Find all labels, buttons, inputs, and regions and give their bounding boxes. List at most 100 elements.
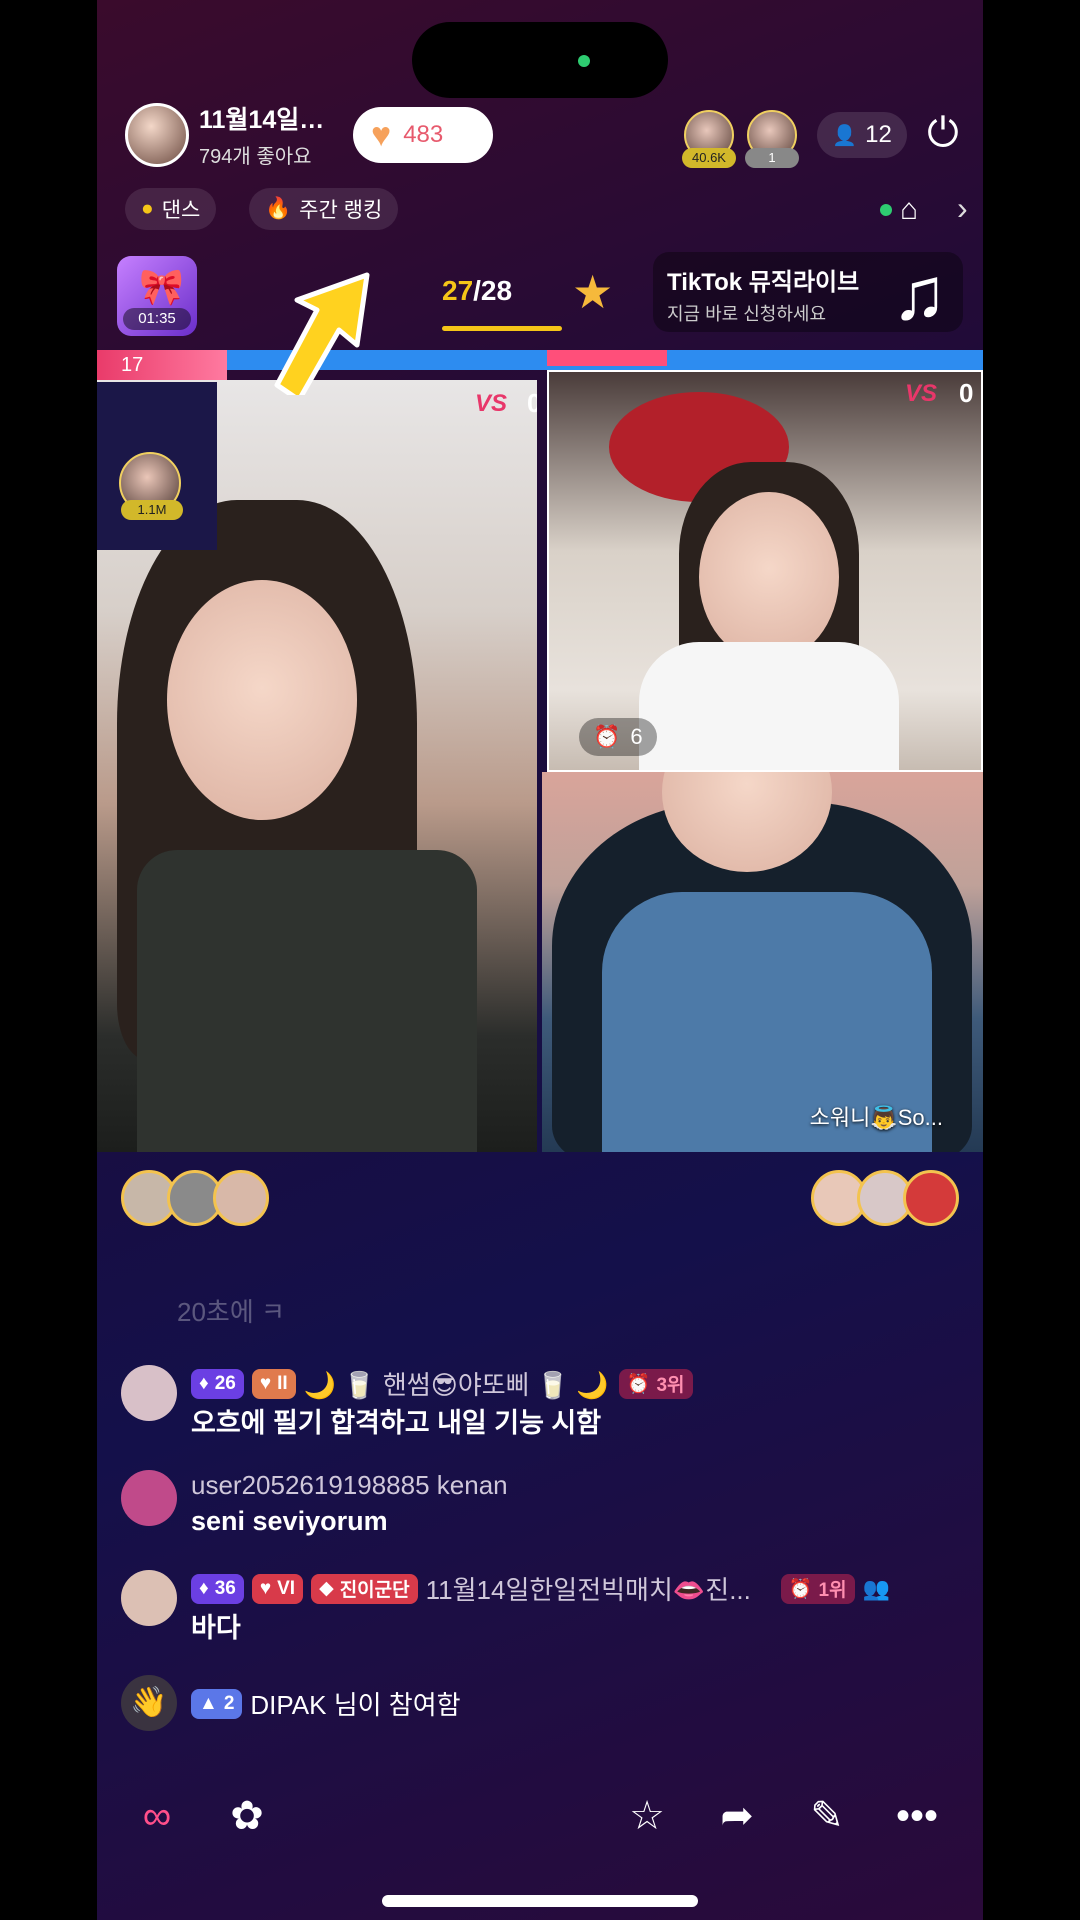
rank-badge: ⏰ 3위 [618,1368,693,1399]
rank-value: 3위 [656,1375,685,1396]
fan-badge: ♥ VI [251,1573,304,1604]
gift-icon: 🎀 [139,266,184,307]
triangle-icon: ▲ [199,1692,218,1714]
coin-icon: ● [141,197,154,220]
level-badge: ♦ 26 [191,1368,244,1399]
box-count: 6 [630,724,643,749]
host-info[interactable]: 11월14일… 794개 좋아요 [125,100,324,169]
left-vs-score: 0 [527,388,537,418]
viewer-count: 12 [865,121,892,148]
online-dot [880,204,892,216]
battle-score-bar-right [547,350,667,366]
level-badge: ▲ 2 [191,1688,243,1719]
level-value: 36 [214,1577,236,1599]
rose-gift-icon[interactable]: ✿ [217,1786,277,1846]
level-badge: ♦ 36 [191,1573,244,1604]
chevron-right-icon[interactable]: › [957,190,968,227]
camera-indicator [578,55,590,67]
team-badge: ◆ 진이군단 [311,1573,418,1604]
gift-box-button[interactable]: 🎀 01:35 [117,256,197,336]
guest-video[interactable]: 소워니👼So... [542,772,983,1152]
chat-avatar[interactable] [121,1570,177,1626]
promo-subtitle: 지금 바로 신청하세요 [667,304,827,324]
left-rank: 17 [121,354,144,376]
mini-viewer-avatar[interactable]: 1.1M [119,452,183,520]
viewer-count-button[interactable]: 👤 12 [817,112,907,158]
music-live-promo[interactable]: TikTok 뮤직라이브 지금 바로 신청하세요 ♫ [653,252,963,335]
faded-chat-message: 20초에 ㅋ [177,1297,285,1327]
box-icon: ⏰ [593,724,621,749]
goal-progress-bar [442,326,562,331]
wave-hand-icon: 👋 [121,1675,177,1731]
flame-icon: 🔥 [265,197,292,220]
chat-text: 오흐에 필기 합격하고 내일 기능 시함 [191,1408,602,1438]
tag-label: 댄스 [161,199,201,222]
magic-wand-icon[interactable]: ✎ [797,1786,857,1846]
viewer-badge: 40.6K [682,148,736,168]
power-icon[interactable]: ⏻ [920,110,966,156]
tag-dance[interactable]: ● 댄스 [125,188,217,230]
host-likes: 794개 좋아요 [199,146,312,168]
chat-username[interactable]: user2052619198885 kenan [191,1470,508,1501]
heart-icon: ♥ [371,115,392,154]
arrow-annotation-icon [274,272,370,395]
shirt-shape [639,642,899,770]
rank-value: 1위 [818,1580,847,1601]
right-vs-score: 0 [959,378,974,408]
diamond-icon: ♦ [199,1577,209,1599]
battle-area: 17 VS 0 VS 0 ⏰ 6 소워니👼So... [97,350,983,1152]
score-total: /28 [473,275,513,306]
chat-username[interactable]: 11월14일한일전빅매치👄진... [426,1570,751,1607]
diamond-icon: ♦ [199,1372,209,1394]
chat-avatar[interactable] [121,1470,177,1526]
face-shape [167,580,357,820]
promo-title: TikTok 뮤직라이브 [667,269,860,296]
home-icon[interactable]: ⌂ [900,193,918,227]
rank-badge: ⏰ 1위 [780,1573,855,1604]
shield-icon: ◆ [319,1578,334,1599]
fan-level: II [277,1372,288,1394]
guest-icon: 👥 [862,1575,890,1601]
sparkle-star-icon[interactable]: ☆ [617,1786,677,1846]
fan-badge: ♥ II [251,1368,296,1399]
share-icon[interactable]: ➦ [707,1786,767,1846]
sweater-shape [137,850,477,1152]
vs-icon: VS [475,390,508,417]
supporter-avatar[interactable] [903,1170,959,1226]
star-icon[interactable]: ★ [572,265,613,319]
team-name: 진이군단 [339,1580,410,1601]
music-note-icon: ♫ [891,252,948,335]
score-current: 27 [442,275,474,306]
chat-username[interactable]: 🌙 🥛 핸썸😎야또삐 🥛 🌙 [304,1365,609,1402]
alarm-icon: ⏰ [626,1373,651,1395]
gift-timer: 01:35 [123,308,191,330]
more-icon[interactable]: ••• [887,1786,947,1846]
top-viewer-2[interactable]: 1 [745,110,799,168]
tag-weekly-ranking[interactable]: 🔥 주간 랭킹 [249,188,399,230]
treasure-box-count[interactable]: ⏰ 6 [579,718,657,756]
vs-icon: VS [905,380,938,407]
level-value: 26 [214,1372,236,1394]
chat-text: 바다 [191,1613,241,1643]
goal-score[interactable]: 27/28 [442,275,512,307]
battle-score-bar-red: 17 [97,350,227,380]
host-title: 11월14일… [199,106,325,134]
heart-icon: ♥ [259,1372,272,1394]
guest-name: 소워니👼So... [809,1105,943,1130]
chat-text: seni seviyorum [191,1506,388,1536]
heart-icon: ♥ [259,1577,272,1599]
follow-heart-button[interactable]: ♥ 483 [353,107,493,163]
viewer-badge: 1 [745,148,799,168]
link-icon[interactable]: ∞ [127,1786,187,1846]
home-indicator[interactable] [382,1895,698,1907]
face-shape [699,492,839,662]
top-viewer-1[interactable]: 40.6K [682,110,736,168]
join-text: DIPAK 님이 참여함 [250,1690,461,1720]
right-streamer-video[interactable]: VS 0 ⏰ 6 [547,370,983,772]
level-value: 2 [223,1692,235,1714]
alarm-icon: ⏰ [788,1578,813,1600]
chat-avatar[interactable] [121,1365,177,1421]
host-avatar[interactable] [125,102,189,167]
supporter-avatar[interactable] [213,1170,269,1226]
fan-level: VI [277,1577,296,1599]
